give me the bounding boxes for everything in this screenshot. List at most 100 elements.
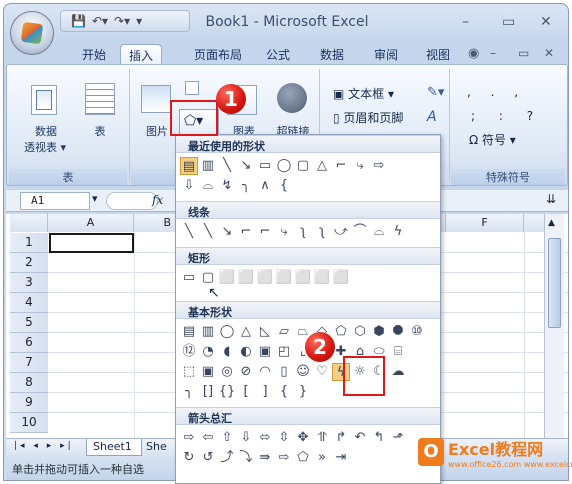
triangle-icon[interactable]: △	[237, 323, 255, 341]
chord-icon[interactable]: ◖	[218, 343, 236, 361]
snip-round-rect-icon[interactable]: ⬜	[275, 269, 293, 287]
curved-left-arrow-icon[interactable]: ↺	[199, 449, 217, 467]
tab-formulas[interactable]: 公式	[258, 44, 298, 64]
curved-right-arrow-icon[interactable]: ↻	[180, 449, 198, 467]
elbow-icon[interactable]: ⌐	[237, 223, 255, 241]
half-frame-icon[interactable]: ◰	[275, 343, 293, 361]
header-footer-button[interactable]: ▯ 页眉和页脚	[333, 109, 403, 126]
curved-down-arrow-icon[interactable]: ⤵	[237, 449, 255, 467]
elbow-connector-icon[interactable]: ⌐	[332, 157, 350, 175]
quad-arrow-icon[interactable]: ✥	[294, 429, 312, 447]
symbol-button[interactable]: Ω 符号 ▾	[469, 131, 516, 148]
arrow-line-shape-icon[interactable]: ↘	[237, 157, 255, 175]
row-header[interactable]: 10	[10, 413, 48, 433]
down-arrow-shape-icon[interactable]: ⇩	[180, 177, 198, 195]
double-brace-icon[interactable]: {}	[218, 383, 236, 401]
line-shape-icon[interactable]: ╲	[218, 157, 236, 175]
elbow-arrow-icon[interactable]: ⌐	[256, 223, 274, 241]
teardrop-icon[interactable]: ◐	[237, 343, 255, 361]
picture-icon[interactable]	[141, 85, 171, 113]
flowchart-shape-icon[interactable]: ⌓	[199, 177, 217, 195]
elbow-arrow-connector-icon[interactable]: ⤷	[351, 157, 369, 175]
up-down-arrow-icon[interactable]: ⇳	[275, 429, 293, 447]
col-header-a[interactable]: A	[48, 214, 134, 232]
table-button[interactable]: 表	[85, 123, 115, 139]
round-diag-rect-icon[interactable]: ⬜	[332, 269, 350, 287]
table-icon[interactable]	[85, 83, 115, 115]
rectangle-shape-icon[interactable]: ▭	[256, 157, 274, 175]
snip-diag-rect-icon[interactable]: ⬜	[256, 269, 274, 287]
decagon-icon[interactable]: ⑩	[408, 323, 426, 341]
snip-same-rect-icon[interactable]: ⬜	[237, 269, 255, 287]
pivot-table-label-2[interactable]: 透视表 ▾	[15, 139, 75, 155]
triangle-shape-icon[interactable]: △	[313, 157, 331, 175]
lightning-shape-icon[interactable]: ↯	[218, 177, 236, 195]
double-arrow-icon[interactable]: ↘	[218, 223, 236, 241]
textbox-button[interactable]: ▣ 文本框 ▾	[333, 85, 394, 102]
sheet-nav-icons[interactable]: |◂ ◂ ▸ ▸|	[14, 441, 74, 451]
frame-icon[interactable]: ▣	[256, 343, 274, 361]
row-header[interactable]: 9	[10, 393, 48, 413]
row-header[interactable]: 8	[10, 373, 48, 393]
doc-close-icon[interactable]: ✕	[544, 46, 554, 60]
no-symbol-icon[interactable]: ⊘	[237, 363, 255, 381]
u-turn-arrow-icon[interactable]: ↶	[351, 429, 369, 447]
round-single-rect-icon[interactable]: ⬜	[294, 269, 312, 287]
line-icon[interactable]: ╲	[180, 223, 198, 241]
scroll-up-icon[interactable]: ▲	[548, 218, 555, 228]
active-cell-a1[interactable]	[49, 233, 134, 253]
row-header[interactable]: 5	[10, 313, 48, 333]
maximize-icon[interactable]: ▭	[502, 14, 515, 30]
scribble-icon[interactable]: ϟ	[389, 223, 407, 241]
row-header[interactable]: 3	[10, 273, 48, 293]
row-header[interactable]: 7	[10, 353, 48, 373]
bevel-icon[interactable]: ▣	[199, 363, 217, 381]
octagon-icon[interactable]: ⯃	[389, 323, 407, 341]
oval-shape-icon[interactable]: ◯	[275, 157, 293, 175]
fx-icon[interactable]: fx	[152, 193, 163, 207]
round-same-rect-icon[interactable]: ⬜	[313, 269, 331, 287]
hyperlink-icon[interactable]	[277, 83, 307, 113]
hexagon-icon[interactable]: ⬡	[351, 323, 369, 341]
scroll-thumb[interactable]	[548, 238, 561, 328]
rect-icon[interactable]: ▭	[180, 269, 198, 287]
formula-expand-control[interactable]	[106, 192, 158, 210]
right-triangle-icon[interactable]: ◺	[256, 323, 274, 341]
up-arrow-icon[interactable]: ⇧	[218, 429, 236, 447]
close-icon[interactable]: ✕	[540, 14, 552, 30]
left-brace-icon[interactable]: {	[275, 383, 293, 401]
tab-review[interactable]: 审阅	[366, 44, 406, 64]
pie-icon[interactable]: ◔	[199, 343, 217, 361]
left-right-up-arrow-icon[interactable]: ⥣	[313, 429, 331, 447]
office-button[interactable]	[10, 11, 54, 55]
right-bracket-icon[interactable]: ]	[256, 383, 274, 401]
textbox-vertical-shape-icon[interactable]: ▥	[199, 157, 217, 175]
vertical-scrollbar[interactable]: ▲	[544, 214, 564, 438]
col-header-f[interactable]: F	[446, 214, 524, 232]
double-bracket-icon[interactable]: []	[199, 383, 217, 401]
elbow-double-arrow-icon[interactable]: ⤷	[275, 223, 293, 241]
wordart-button[interactable]: A	[427, 109, 437, 125]
row-header[interactable]: 2	[10, 253, 48, 273]
cylinder-icon[interactable]: ⌸	[389, 343, 407, 361]
left-bracket-icon[interactable]: [	[237, 383, 255, 401]
wordart-icon[interactable]: ✎▾	[427, 85, 444, 100]
tab-page-layout[interactable]: 页面布局	[186, 44, 250, 64]
right-callout-arrow-icon[interactable]: ⇥	[332, 449, 350, 467]
curve-arrow-icon[interactable]: ʅ	[313, 223, 331, 241]
arrow-icon[interactable]: ╲	[199, 223, 217, 241]
punctuation-icons[interactable]: , . ,	[467, 85, 526, 99]
rounded-rect-shape-icon[interactable]: ▢	[294, 157, 312, 175]
bent-arrow-icon[interactable]: ↱	[332, 429, 350, 447]
curve-double-arrow-icon[interactable]: ⤻	[332, 223, 350, 241]
right-arrow-shape-icon[interactable]: ⇨	[370, 157, 388, 175]
bent-up-arrow-icon[interactable]: ⬏	[389, 429, 407, 447]
chevron-shape-icon[interactable]: ∧	[256, 177, 274, 195]
vertical-textbox-icon[interactable]: ▥	[199, 323, 217, 341]
sheet-tab-sheet1[interactable]: Sheet1	[86, 439, 142, 456]
formula-expand-icon[interactable]: ⇊	[546, 192, 556, 206]
tab-home[interactable]: 开始	[74, 44, 114, 64]
ribbon-minimize-icon[interactable]: –	[490, 46, 496, 60]
punctuation-icons-2[interactable]: ; : ?	[471, 109, 543, 123]
heart-icon[interactable]: ♡	[313, 363, 331, 381]
